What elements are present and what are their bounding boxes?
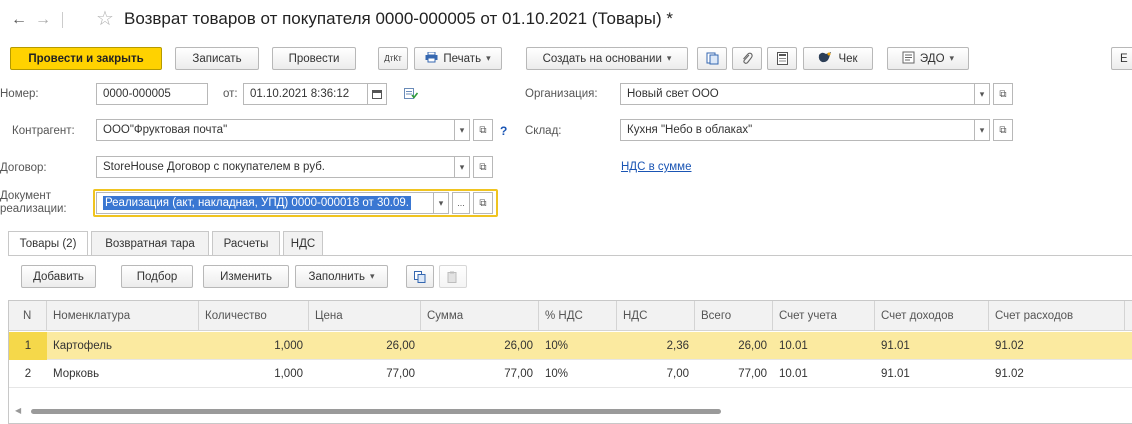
warehouse-field[interactable]: Кухня "Небо в облаках" xyxy=(620,119,975,141)
open-link-icon[interactable]: ⧉ xyxy=(993,83,1013,105)
sales-document-label: Документ реализации: xyxy=(0,190,67,215)
post-button[interactable]: Провести xyxy=(272,47,356,70)
more-button[interactable]: Е xyxy=(1111,47,1132,70)
date-field[interactable]: 01.10.2021 8:36:12 xyxy=(243,83,368,105)
contract-field[interactable]: StoreHouse Договор с покупателем в руб. xyxy=(96,156,455,178)
create-based-on-button[interactable]: Создать на основании ▾ xyxy=(526,47,688,70)
counterparty-field[interactable]: ООО"Фруктовая почта" xyxy=(96,119,455,141)
warehouse-label: Склад: xyxy=(525,125,562,137)
help-icon[interactable]: ? xyxy=(500,124,507,138)
chevron-down-icon: ▾ xyxy=(666,53,672,63)
fill-button[interactable]: Заполнить ▾ xyxy=(295,265,388,288)
column-header-account[interactable]: Счет учета xyxy=(773,301,875,331)
document-icon[interactable] xyxy=(697,47,727,70)
chevron-down-icon[interactable]: ▾ xyxy=(454,119,470,141)
paperclip-icon[interactable] xyxy=(732,47,762,70)
chevron-down-icon: ▾ xyxy=(369,271,375,281)
open-link-icon[interactable]: ⧉ xyxy=(993,119,1013,141)
save-button[interactable]: Записать xyxy=(175,47,259,70)
arrow-left-icon[interactable]: ← xyxy=(8,10,30,30)
organization-label: Организация: xyxy=(525,88,598,100)
divider xyxy=(62,12,63,28)
edo-button[interactable]: ЭДО ▾ xyxy=(887,47,969,70)
edo-icon xyxy=(902,51,915,67)
receipt-icon xyxy=(818,51,833,67)
column-header-n[interactable]: N xyxy=(9,301,47,331)
goods-table: N Номенклатура Количество Цена Сумма % Н… xyxy=(8,300,1132,424)
post-and-close-button[interactable]: Провести и закрыть xyxy=(10,47,162,70)
column-header-income-account[interactable]: Счет доходов xyxy=(875,301,989,331)
chevron-left-icon[interactable]: ◀ xyxy=(15,406,21,415)
organization-field[interactable]: Новый свет ООО xyxy=(620,83,975,105)
number-field[interactable]: 0000-000005 xyxy=(96,83,208,105)
table-header: N Номенклатура Количество Цена Сумма % Н… xyxy=(9,301,1132,331)
tab-returnable-packaging[interactable]: Возвратная тара xyxy=(91,231,209,255)
divider xyxy=(8,255,1132,256)
paste-icon[interactable] xyxy=(439,265,467,288)
tab-settlements[interactable]: Расчеты xyxy=(212,231,280,255)
open-link-icon[interactable]: ⧉ xyxy=(473,119,493,141)
column-header-vat[interactable]: НДС xyxy=(617,301,695,331)
table-row[interactable]: 1 Картофель 1,000 26,00 26,00 10% 2,36 2… xyxy=(9,332,1132,360)
counterparty-label: Контрагент: xyxy=(12,125,75,137)
print-button[interactable]: Печать ▾ xyxy=(414,47,502,70)
document-window: ← → ☆ Возврат товаров от покупателя 0000… xyxy=(0,0,1132,424)
contract-label: Договор: xyxy=(0,162,47,174)
page-title: Возврат товаров от покупателя 0000-00000… xyxy=(124,9,673,28)
column-header-quantity[interactable]: Количество xyxy=(199,301,309,331)
post-status-icon[interactable] xyxy=(404,88,419,103)
scrollbar-thumb[interactable] xyxy=(31,409,721,414)
copy-icon[interactable] xyxy=(406,265,434,288)
open-link-icon[interactable]: ⧉ xyxy=(473,192,493,214)
tab-goods[interactable]: Товары (2) xyxy=(8,231,88,256)
chevron-down-icon[interactable]: ▾ xyxy=(433,192,449,214)
dtkt-icon[interactable]: ДтКт xyxy=(378,47,408,70)
ellipsis-button[interactable]: ... xyxy=(452,192,470,214)
horizontal-scrollbar[interactable]: ◀ xyxy=(9,405,1132,417)
printer-icon xyxy=(425,51,438,66)
vat-in-amount-link[interactable]: НДС в сумме xyxy=(621,161,691,173)
calendar-icon[interactable] xyxy=(367,83,387,105)
chevron-down-icon[interactable]: ▾ xyxy=(454,156,470,178)
chevron-down-icon[interactable]: ▾ xyxy=(974,119,990,141)
column-header-amount[interactable]: Сумма xyxy=(421,301,539,331)
table-row[interactable]: 2 Морковь 1,000 77,00 77,00 10% 7,00 77,… xyxy=(9,360,1132,388)
chevron-down-icon: ▾ xyxy=(486,53,491,63)
column-header-price[interactable]: Цена xyxy=(309,301,421,331)
tab-vat[interactable]: НДС xyxy=(283,231,323,255)
column-header-total[interactable]: Всего xyxy=(695,301,773,331)
chevron-down-icon: ▾ xyxy=(949,53,955,63)
calculator-icon[interactable] xyxy=(767,47,797,70)
change-button[interactable]: Изменить xyxy=(203,265,289,288)
open-link-icon[interactable]: ⧉ xyxy=(473,156,493,178)
column-header-vat-rate[interactable]: % НДС xyxy=(539,301,617,331)
chevron-down-icon[interactable]: ▾ xyxy=(974,83,990,105)
sales-document-field[interactable]: Реализация (акт, накладная, УПД) 0000-00… xyxy=(96,192,434,214)
column-header-expense-account[interactable]: Счет расходов xyxy=(989,301,1125,331)
date-label: от: xyxy=(223,88,238,100)
receipt-button[interactable]: Чек xyxy=(803,47,873,70)
arrow-right-icon[interactable]: → xyxy=(32,10,54,30)
number-label: Номер: xyxy=(0,88,39,100)
star-icon[interactable]: ☆ xyxy=(96,8,114,30)
add-button[interactable]: Добавить xyxy=(21,265,96,288)
pick-button[interactable]: Подбор xyxy=(121,265,193,288)
column-header-item[interactable]: Номенклатура xyxy=(47,301,199,331)
